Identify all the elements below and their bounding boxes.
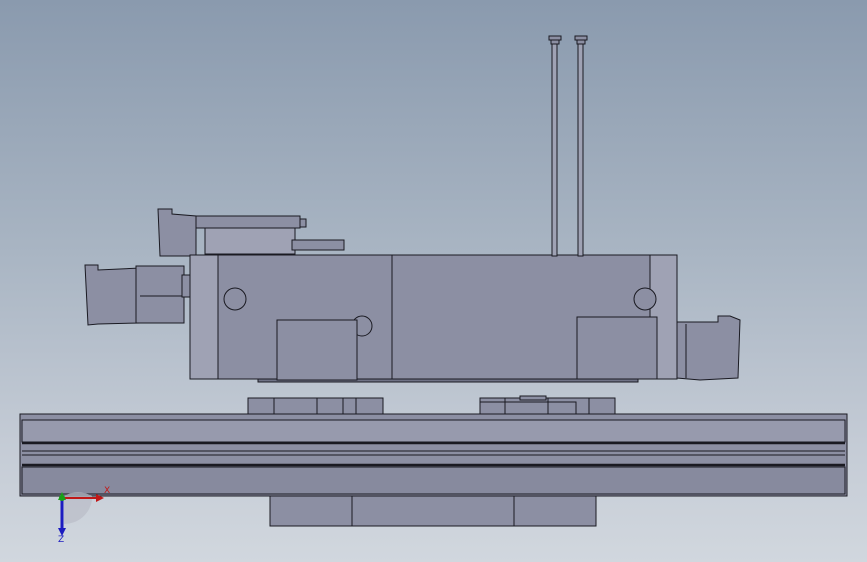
assembly-model[interactable] [0, 0, 867, 562]
hole-left [223, 287, 247, 311]
main-body[interactable] [189, 254, 678, 381]
axis-label-z: Z [58, 535, 65, 545]
vertical-rod-right[interactable] [574, 35, 588, 257]
top-bracket[interactable] [157, 208, 345, 257]
inner-block-left [276, 319, 358, 381]
axis-label-x: X [104, 486, 111, 496]
inner-block-right [576, 316, 658, 380]
motor-right[interactable] [676, 315, 741, 381]
coordinate-triad[interactable]: X Z [48, 484, 112, 545]
graphics-viewport[interactable]: X Z [0, 0, 867, 562]
carriage-block-left[interactable] [247, 397, 384, 415]
bottom-mount-block[interactable] [269, 495, 597, 527]
hole-right [633, 287, 657, 311]
motor-left[interactable] [84, 264, 191, 326]
carriage-block-right[interactable] [479, 395, 616, 415]
vertical-rod-left[interactable] [548, 35, 562, 257]
linear-rail[interactable] [19, 413, 848, 497]
